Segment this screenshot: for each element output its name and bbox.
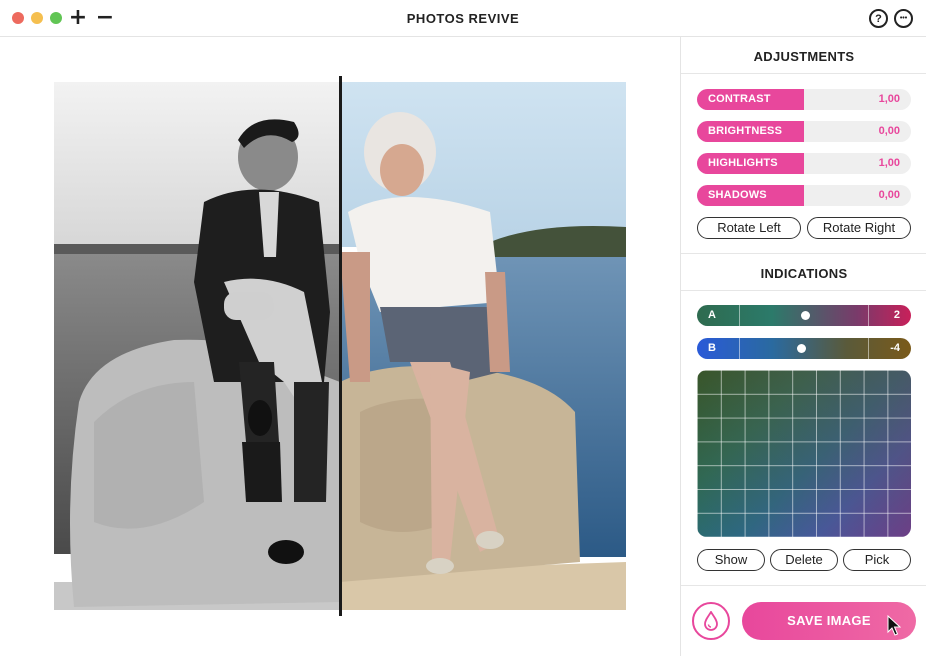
mouse-cursor-icon (887, 615, 901, 636)
slider-value: 2 (893, 309, 900, 321)
photo-canvas (0, 37, 680, 656)
contrast-slider[interactable]: CONTRAST 1,00 (697, 89, 911, 110)
window-title: PHOTOS REVIVE (406, 11, 520, 26)
rotate-right-button[interactable]: Rotate Right (807, 217, 911, 239)
brightness-slider[interactable]: BRIGHTNESS 0,00 (697, 121, 911, 142)
compare-divider-handle[interactable] (339, 76, 342, 616)
pick-button[interactable]: Pick (843, 549, 911, 571)
indication-a-slider[interactable]: A 2 (697, 305, 911, 326)
title-bar: + − PHOTOS REVIVE ? ••• (0, 0, 926, 37)
help-icon[interactable]: ? (869, 9, 888, 28)
slider-label: A (708, 309, 716, 321)
slider-knob[interactable] (801, 311, 810, 320)
colorized-photo (340, 82, 626, 610)
color-drop-button[interactable] (692, 602, 730, 640)
slider-label: CONTRAST (708, 93, 771, 105)
divider (681, 253, 926, 254)
drop-icon (704, 611, 718, 631)
slider-label: B (708, 342, 716, 354)
slider-value: 1,00 (878, 157, 900, 169)
color-grid-picker[interactable] (697, 370, 911, 537)
more-icon[interactable]: ••• (894, 9, 913, 28)
slider-value: 1,00 (878, 93, 900, 105)
divider (681, 585, 926, 586)
original-photo (54, 82, 340, 610)
slider-label: BRIGHTNESS (708, 125, 783, 137)
slider-value: -4 (890, 342, 900, 354)
rotate-left-button[interactable]: Rotate Left (697, 217, 801, 239)
delete-button[interactable]: Delete (770, 549, 838, 571)
slider-label: HIGHLIGHTS (708, 157, 778, 169)
adjustments-title: ADJUSTMENTS (753, 49, 855, 64)
indications-title: INDICATIONS (760, 266, 848, 281)
highlights-slider[interactable]: HIGHLIGHTS 1,00 (697, 153, 911, 174)
slider-knob[interactable] (797, 344, 806, 353)
indication-b-slider[interactable]: B -4 (697, 338, 911, 359)
slider-value: 0,00 (878, 189, 900, 201)
slider-value: 0,00 (878, 125, 900, 137)
divider (681, 73, 926, 74)
side-panel: ADJUSTMENTS CONTRAST 1,00 BRIGHTNESS 0,0… (680, 37, 926, 656)
divider (681, 290, 926, 291)
show-button[interactable]: Show (697, 549, 765, 571)
slider-label: SHADOWS (708, 189, 767, 201)
shadows-slider[interactable]: SHADOWS 0,00 (697, 185, 911, 206)
